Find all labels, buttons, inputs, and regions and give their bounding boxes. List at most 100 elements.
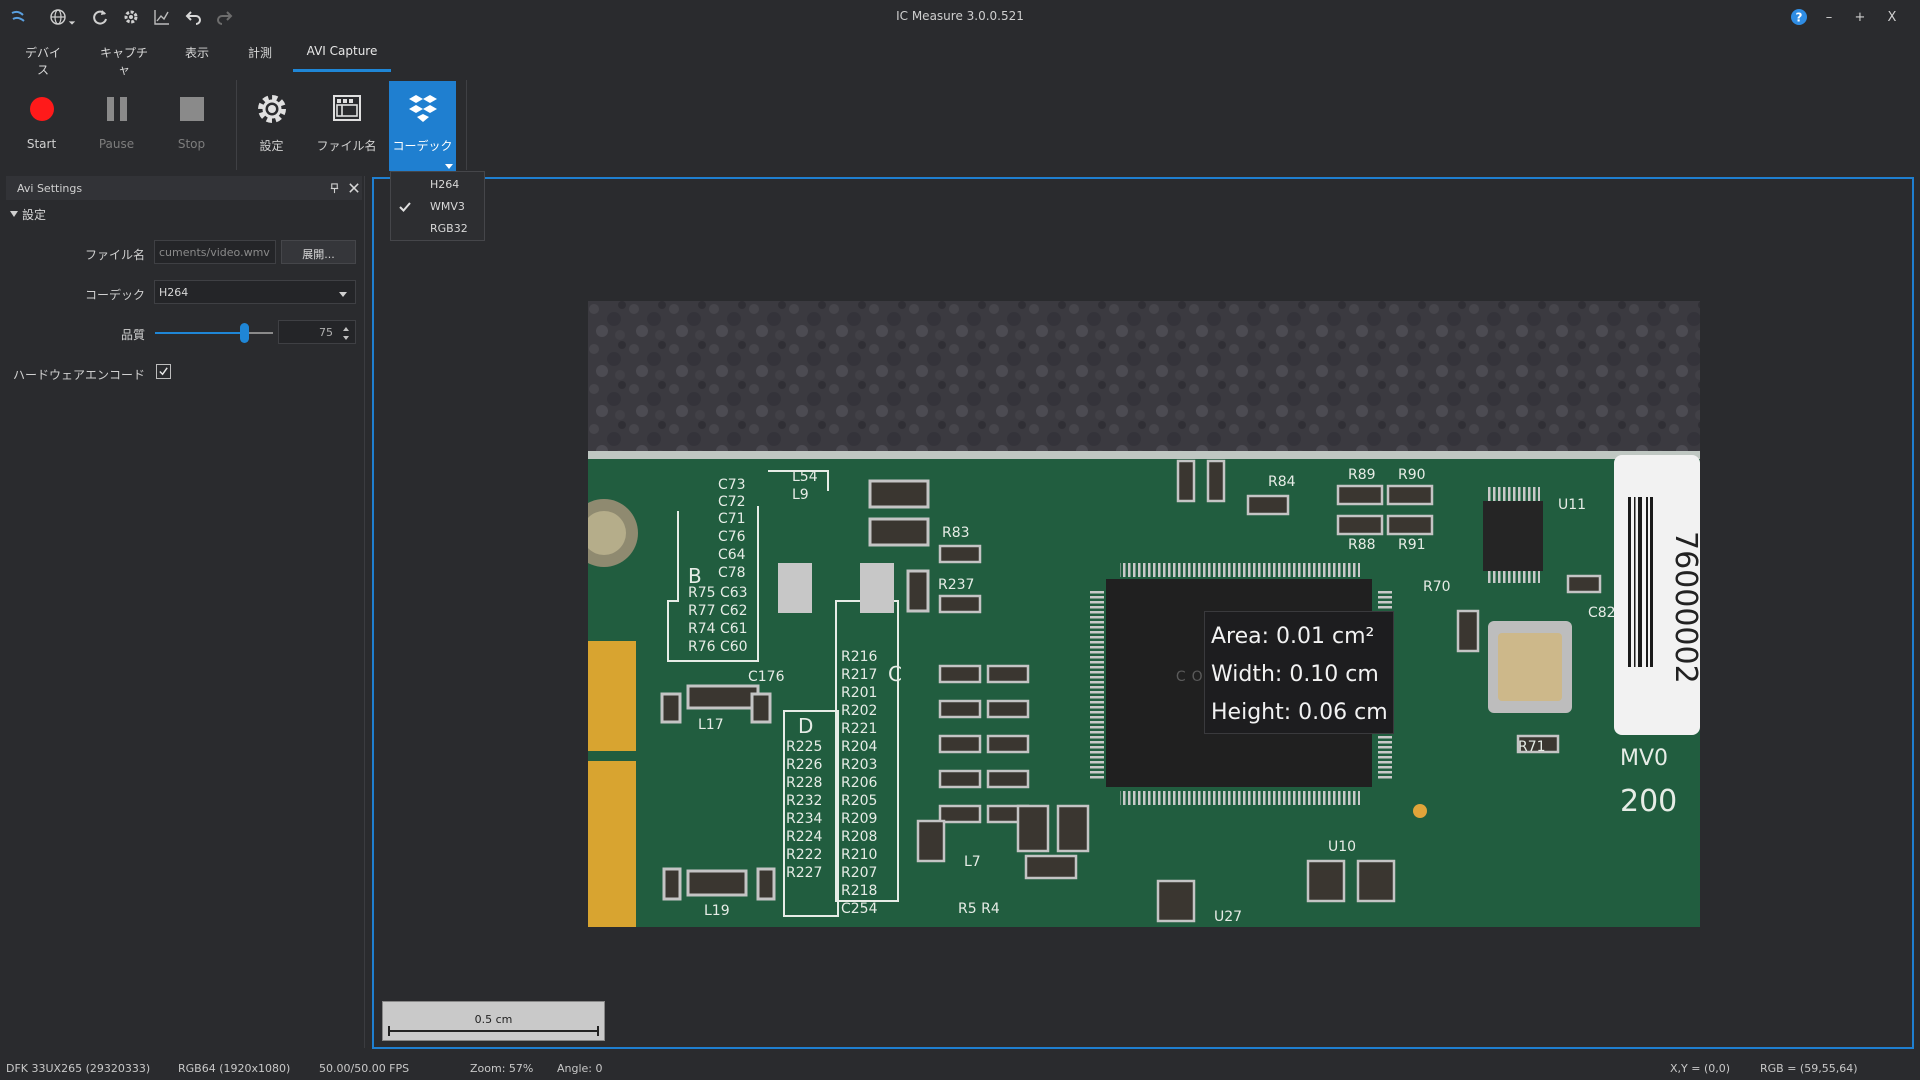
codec-option-label: H264 [430,178,460,191]
camera-image[interactable]: CONEXANT 76000002 C73C72C71 C76C64C78 R7… [588,301,1700,927]
quality-slider-thumb[interactable] [239,323,249,343]
pcb-image: CONEXANT 76000002 C73C72C71 C76C64C78 R7… [588,301,1700,927]
svg-text:R234: R234 [786,811,823,827]
filename-button[interactable]: ファイル名 [309,81,384,171]
codec-dropdown-menu: H264 WMV3 RGB32 [390,171,485,241]
start-button[interactable]: Start [4,81,79,171]
tab-capture[interactable]: キャプチャ [96,44,152,77]
checkmark-icon [159,367,168,376]
close-button[interactable]: X [1880,6,1904,28]
svg-text:R222: R222 [786,847,822,863]
pin-icon[interactable] [326,180,342,196]
svg-text:R202: R202 [841,703,877,719]
window-title: IC Measure 3.0.0.521 [896,9,1024,23]
pause-icon [97,87,137,131]
codec-label: コーデック [392,139,453,153]
codec-option-rgb32[interactable]: RGB32 [391,218,484,240]
svg-text:C72: C72 [718,494,746,510]
svg-text:R237: R237 [938,577,974,593]
svg-text:R232: R232 [786,793,822,809]
gear-icon [252,87,292,131]
status-device: DFK 33UX265 (29320333) [6,1062,151,1075]
settings-button[interactable]: 設定 [234,81,309,171]
quality-spinbox[interactable]: 75 [278,320,356,344]
svg-text:C176: C176 [748,669,785,685]
filename-input[interactable]: cuments/video.wmv [154,240,276,264]
svg-text:L19: L19 [704,903,730,919]
svg-text:R225: R225 [786,739,822,755]
close-icon[interactable] [346,180,362,196]
chevron-down-icon [10,211,18,217]
minimize-button[interactable]: – [1817,6,1841,28]
status-zoom: Zoom: 57% [470,1062,534,1075]
checkmark-icon [399,202,411,212]
tab-view[interactable]: 表示 [180,44,214,72]
svg-text:R84: R84 [1268,474,1296,490]
svg-text:C: C [888,662,902,686]
svg-text:R226: R226 [786,757,823,773]
section-header-settings[interactable]: 設定 [10,205,46,223]
svg-text:R210: R210 [841,847,877,863]
tab-device[interactable]: デバイス [20,44,66,77]
svg-text:R70: R70 [1423,579,1451,595]
settings-label: 設定 [259,139,284,153]
svg-text:R76 C60: R76 C60 [688,639,748,655]
codec-option-h264[interactable]: H264 [391,174,484,196]
svg-text:R77 C62: R77 C62 [688,603,748,619]
quality-slider[interactable] [155,332,273,334]
avi-settings-panel: Avi Settings 設定 ファイル名 cuments/video.wmv … [0,176,365,1048]
svg-text:D: D [798,714,813,738]
scale-line [388,1026,599,1036]
status-rgb: RGB = (59,55,64) [1760,1062,1858,1075]
spin-down-icon[interactable] [343,336,349,340]
codec-option-wmv3[interactable]: WMV3 [391,196,484,218]
codec-field-label: コーデック [84,288,145,302]
svg-text:C71: C71 [718,511,746,527]
codec-option-label: RGB32 [430,222,468,235]
svg-text:R217: R217 [841,667,877,683]
browse-button[interactable]: 展開... [281,240,356,264]
svg-text:R91: R91 [1398,537,1426,553]
tab-measure[interactable]: 計測 [243,44,277,72]
scale-label: 0.5 cm [474,1013,513,1026]
film-file-icon [327,87,367,131]
ribbon: Start Pause Stop 設定 ファイル名 コーデック [0,72,1920,172]
svg-text:U10: U10 [1328,839,1356,855]
panel-header: Avi Settings [6,176,362,200]
status-bar: DFK 33UX265 (29320333) RGB64 (1920x1080)… [0,1056,1920,1080]
svg-text:?: ? [1796,11,1803,25]
codec-option-label: WMV3 [430,200,465,213]
svg-text:R221: R221 [841,721,877,737]
quality-field-label: 品質 [120,328,145,342]
codec-button[interactable]: コーデック [389,81,456,171]
hw-encode-checkbox[interactable] [156,364,171,379]
svg-text:R228: R228 [786,775,822,791]
measurement-label: Area: 0.01 cm² Width: 0.10 cm Height: 0.… [1204,611,1394,734]
svg-text:C73: C73 [718,477,746,493]
svg-text:R227: R227 [786,865,822,881]
maximize-button[interactable]: + [1848,6,1872,28]
pause-label: Pause [98,137,135,151]
help-icon[interactable]: ? [1787,5,1811,29]
pause-button[interactable]: Pause [79,81,154,171]
svg-text:L17: L17 [698,717,724,733]
section-label: 設定 [22,207,47,222]
filename-label: ファイル名 [316,139,377,153]
stop-button[interactable]: Stop [154,81,229,171]
spin-up-icon[interactable] [343,327,349,331]
svg-text:R205: R205 [841,793,877,809]
svg-text:R74 C61: R74 C61 [688,621,748,637]
svg-text:R83: R83 [942,525,970,541]
codec-icon [403,87,443,131]
camera-viewer[interactable]: CONEXANT 76000002 C73C72C71 C76C64C78 R7… [372,177,1914,1049]
chevron-down-icon [445,164,453,169]
svg-text:R209: R209 [841,811,877,827]
svg-text:U11: U11 [1558,497,1586,513]
svg-text:R89: R89 [1348,467,1376,483]
tab-avi-capture[interactable]: AVI Capture [293,44,391,72]
stop-icon [172,87,212,131]
codec-select[interactable]: H264 [154,280,356,304]
hw-encode-label: ハードウェアエンコード [12,368,145,382]
measure-height: Height: 0.06 cm [1211,700,1388,725]
svg-text:R88: R88 [1348,537,1376,553]
